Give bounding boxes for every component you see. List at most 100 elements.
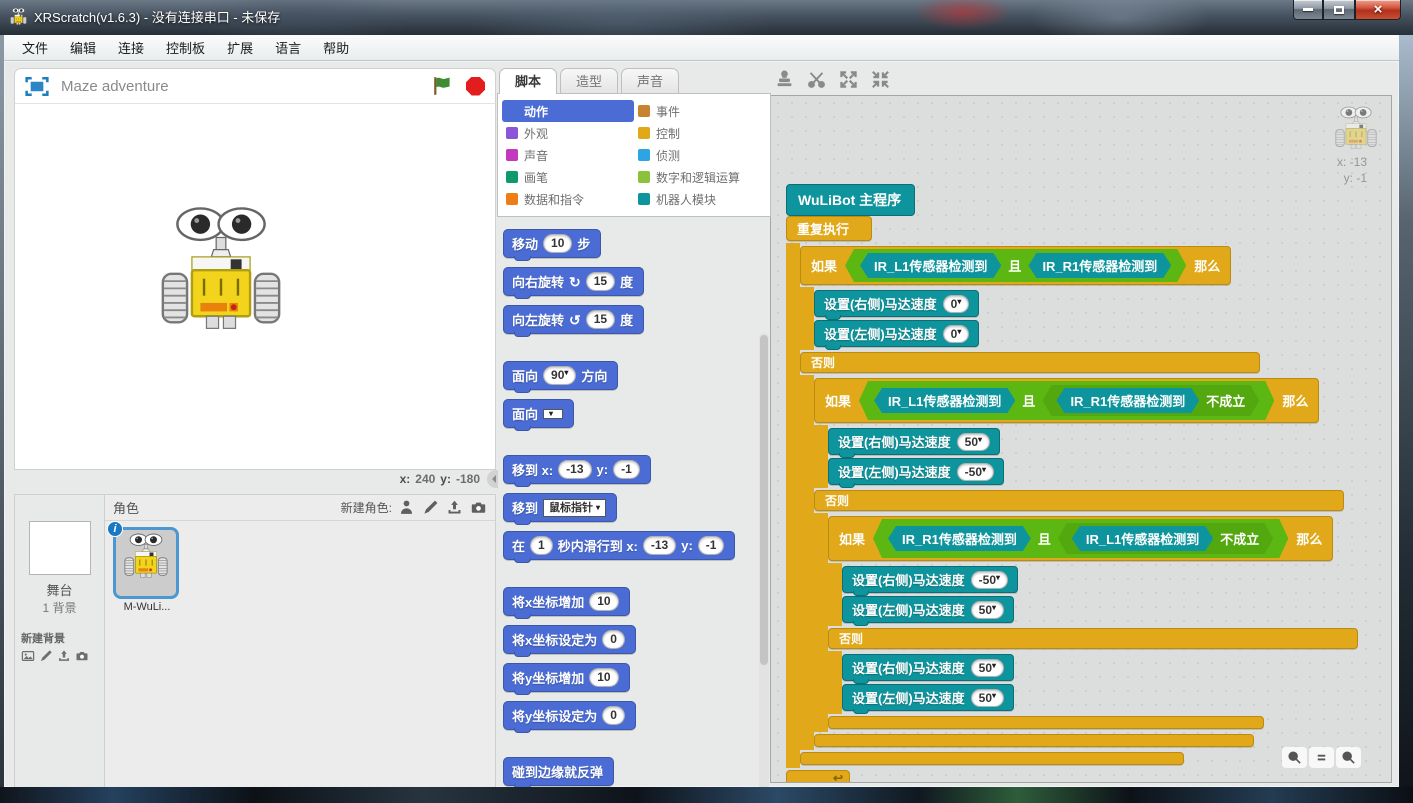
if2-else-bar[interactable]: 否则 (814, 490, 1344, 511)
ir-r1-sensor-block[interactable]: IR_R1传感器检测到 (1056, 388, 1199, 413)
dropdown[interactable]: 鼠标指针 (543, 499, 606, 517)
not-block[interactable]: IR_R1传感器检测到 不成立 (1042, 385, 1259, 416)
menu-item-连接[interactable]: 连接 (108, 35, 154, 60)
set-right-motor-block[interactable]: 设置(右侧)马达速度 50 (828, 428, 1000, 455)
new-sprite-upload-icon[interactable] (446, 499, 463, 516)
stop-button[interactable] (466, 77, 485, 96)
forever-bottom-bar[interactable] (786, 770, 850, 783)
menu-item-扩展[interactable]: 扩展 (217, 35, 263, 60)
category-动作[interactable]: 动作 (502, 100, 634, 122)
script-area[interactable]: x: -13 y: -1 WuLiBot 主程序 重复执行 如果 IR_L1传感… (770, 95, 1392, 783)
if3-else-bar[interactable]: 否则 (828, 628, 1358, 649)
new-sprite-camera-icon[interactable] (470, 499, 487, 516)
new-backdrop-picture-icon[interactable] (21, 649, 35, 663)
motor-speed-dropdown[interactable]: 50 (971, 689, 1004, 707)
palette-scrollbar-thumb[interactable] (760, 335, 768, 665)
stamp-icon[interactable] (775, 70, 794, 89)
new-sprite-brush-icon[interactable] (422, 499, 439, 516)
category-数据和指令[interactable]: 数据和指令 (502, 188, 634, 210)
sprite-thumbnail[interactable] (113, 527, 179, 599)
menu-item-帮助[interactable]: 帮助 (313, 35, 359, 60)
number-input[interactable]: 15 (586, 310, 615, 329)
menu-item-编辑[interactable]: 编辑 (60, 35, 106, 60)
ir-r1-sensor-block[interactable]: IR_R1传感器检测到 (888, 526, 1031, 551)
motor-speed-dropdown[interactable]: 0 (943, 325, 970, 343)
ir-l1-sensor-block[interactable]: IR_L1传感器检测到 (874, 388, 1015, 413)
category-声音[interactable]: 声音 (502, 144, 634, 166)
tab-scripts[interactable]: 脚本 (499, 68, 557, 94)
palette-block[interactable]: 面向 (503, 399, 574, 428)
and-block[interactable]: IR_R1传感器检测到 且 IR_L1传感器检测到 不成立 (873, 519, 1288, 558)
number-input[interactable]: -13 (558, 460, 591, 479)
scissors-icon[interactable] (807, 70, 826, 89)
and-block[interactable]: IR_L1传感器检测到 且 IR_R1传感器检测到 (845, 249, 1186, 282)
if1-end-bar[interactable] (800, 752, 1184, 765)
number-input[interactable]: 10 (589, 668, 618, 687)
category-画笔[interactable]: 画笔 (502, 166, 634, 188)
set-left-motor-block[interactable]: 设置(左侧)马达速度 0 (814, 320, 979, 347)
zoomin-button[interactable] (1336, 747, 1361, 768)
if3-top-bar[interactable]: 如果 IR_R1传感器检测到 且 IR_L1传感器检测到 不成立 (828, 516, 1333, 561)
number-input[interactable]: -1 (698, 536, 725, 555)
palette-block[interactable]: 将y坐标设定为0 (503, 701, 636, 730)
forever-top-bar[interactable]: 重复执行 (786, 216, 872, 241)
and-block[interactable]: IR_L1传感器检测到 且 IR_R1传感器检测到 不成立 (859, 381, 1274, 420)
category-控制[interactable]: 控制 (634, 122, 766, 144)
motor-speed-dropdown[interactable]: -50 (971, 571, 1008, 589)
green-flag-button[interactable] (432, 75, 454, 97)
menu-item-文件[interactable]: 文件 (12, 35, 58, 60)
stage-thumbnail[interactable] (29, 521, 91, 575)
palette-block[interactable]: 移到鼠标指针 (503, 493, 617, 522)
number-input[interactable]: 10 (543, 234, 572, 253)
number-input[interactable]: 1 (530, 536, 553, 555)
if2-top-bar[interactable]: 如果 IR_L1传感器检测到 且 IR_R1传感器检测到 不成立 (814, 378, 1319, 423)
palette-block[interactable]: 移动10步 (503, 229, 601, 258)
set-left-motor-block[interactable]: 设置(左侧)马达速度 50 (842, 684, 1014, 711)
sprite-info-icon[interactable] (107, 521, 123, 537)
grow-icon[interactable] (839, 70, 858, 89)
tab-costumes[interactable]: 造型 (560, 68, 618, 94)
category-事件[interactable]: 事件 (634, 100, 766, 122)
if1-else-bar[interactable]: 否则 (800, 352, 1260, 373)
number-input[interactable]: -13 (643, 536, 676, 555)
dropdown[interactable] (543, 409, 563, 419)
menu-item-控制板[interactable]: 控制板 (156, 35, 215, 60)
equals-button[interactable] (1309, 747, 1334, 768)
category-外观[interactable]: 外观 (502, 122, 634, 144)
palette-block[interactable]: 在1秒内滑行到 x:-13y:-1 (503, 531, 735, 560)
fullscreen-icon[interactable] (25, 77, 49, 96)
palette-block[interactable]: 碰到边缘就反弹 (503, 757, 614, 786)
if2-end-bar[interactable] (814, 734, 1254, 747)
motor-speed-dropdown[interactable]: 50 (971, 659, 1004, 677)
number-input[interactable]: 0 (602, 706, 625, 725)
new-sprite-person-icon[interactable] (398, 499, 415, 516)
ir-l1-sensor-block[interactable]: IR_L1传感器检测到 (1072, 526, 1213, 551)
new-backdrop-upload-icon[interactable] (57, 649, 71, 663)
set-right-motor-block[interactable]: 设置(右侧)马达速度 -50 (842, 566, 1018, 593)
menu-item-语言[interactable]: 语言 (265, 35, 311, 60)
palette-block[interactable]: 移到 x:-13y:-1 (503, 455, 651, 484)
hat-block-wulibot-main[interactable]: WuLiBot 主程序 (786, 184, 915, 216)
palette-block[interactable]: 面向90方向 (503, 361, 618, 390)
palette-block[interactable]: 向右旋转↻15度 (503, 267, 644, 296)
ir-r1-sensor-block[interactable]: IR_R1传感器检测到 (1028, 253, 1171, 278)
set-left-motor-block[interactable]: 设置(左侧)马达速度 50 (842, 596, 1014, 623)
new-backdrop-brush-icon[interactable] (39, 649, 53, 663)
palette-block[interactable]: 将x坐标设定为0 (503, 625, 636, 654)
palette-block[interactable]: 向左旋转↺15度 (503, 305, 644, 334)
set-left-motor-block[interactable]: 设置(左侧)马达速度 -50 (828, 458, 1004, 485)
category-机器人模块[interactable]: 机器人模块 (634, 188, 766, 210)
tab-sounds[interactable]: 声音 (621, 68, 679, 94)
palette-scrollbar[interactable] (759, 333, 769, 803)
number-input[interactable]: 10 (589, 592, 618, 611)
number-input[interactable]: 0 (602, 630, 625, 649)
number-input[interactable]: -1 (613, 460, 640, 479)
number-dropdown[interactable]: 90 (543, 366, 576, 385)
maximize-button[interactable] (1323, 0, 1355, 20)
motor-speed-dropdown[interactable]: 50 (971, 601, 1004, 619)
category-侦测[interactable]: 侦测 (634, 144, 766, 166)
palette-block[interactable]: 将y坐标增加10 (503, 663, 630, 692)
motor-speed-dropdown[interactable]: 50 (957, 433, 990, 451)
new-backdrop-camera-icon[interactable] (75, 649, 89, 663)
set-right-motor-block[interactable]: 设置(右侧)马达速度 0 (814, 290, 979, 317)
